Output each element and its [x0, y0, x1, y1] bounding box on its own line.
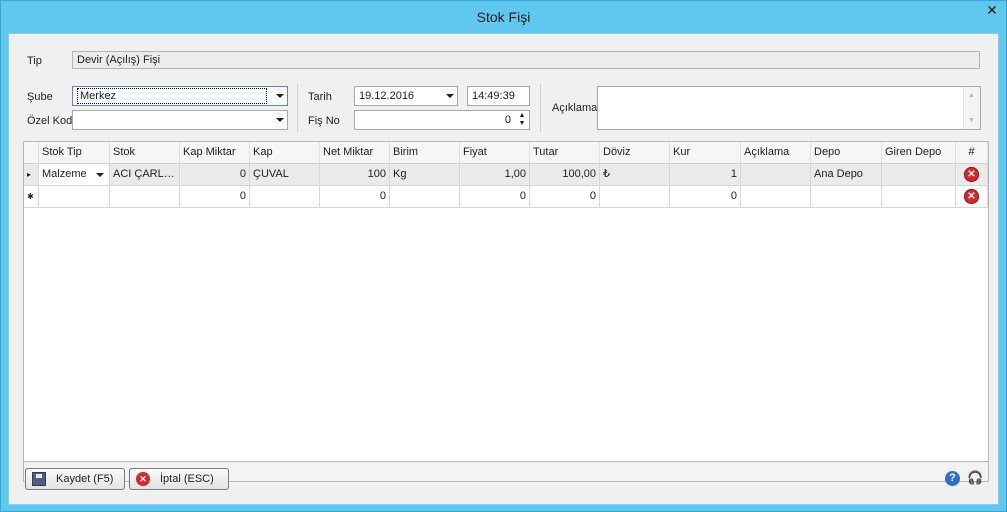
textarea-scrollbar[interactable]: ▲ ▼: [963, 87, 980, 129]
cell-birim[interactable]: Kg: [390, 164, 460, 186]
cell-kap[interactable]: [250, 186, 320, 208]
sube-label: Şube: [27, 91, 53, 103]
chevron-down-icon[interactable]: [446, 94, 454, 98]
cell-birim[interactable]: [390, 186, 460, 208]
save-button[interactable]: Kaydet (F5): [25, 468, 125, 490]
cell-delete: ✕: [956, 186, 988, 208]
header-indicator: [24, 142, 39, 164]
cell-giren-depo[interactable]: [882, 186, 956, 208]
cell-aciklama[interactable]: [741, 164, 811, 186]
cancel-button[interactable]: ✕ İptal (ESC): [129, 468, 229, 490]
cell-depo[interactable]: Ana Depo: [811, 164, 882, 186]
chevron-down-icon[interactable]: [276, 118, 284, 122]
sube-value: Merkez: [77, 88, 267, 104]
cell-stok[interactable]: [110, 186, 180, 208]
window-title: Stok Fişi: [476, 9, 531, 25]
cell-doviz[interactable]: ₺: [600, 164, 670, 186]
stok-fisi-window: Stok Fişi ✕ Tip Devir (Açılış) Fişi Şube…: [0, 0, 1007, 512]
headset-support-icon[interactable]: 🎧: [967, 470, 983, 486]
header-hash: #: [956, 142, 988, 164]
cell-fiyat[interactable]: 0: [460, 186, 530, 208]
sube-select[interactable]: Merkez: [72, 86, 288, 106]
fisno-value: 0: [504, 114, 511, 126]
header-stok[interactable]: Stok: [110, 142, 180, 164]
cell-fiyat[interactable]: 1,00: [460, 164, 530, 186]
cancel-icon: ✕: [136, 472, 150, 486]
tip-field: Devir (Açılış) Fişi: [72, 51, 980, 69]
new-row[interactable]: ✱ 0 0 0 0 0 ✕: [24, 186, 988, 208]
fisno-label: Fiş No: [308, 115, 340, 127]
tarih-label: Tarih: [308, 91, 332, 103]
cell-aciklama[interactable]: [741, 186, 811, 208]
floppy-disk-icon: [32, 472, 46, 486]
header-birim[interactable]: Birim: [390, 142, 460, 164]
row-indicator-icon: ▸: [24, 164, 39, 186]
new-row-indicator-icon: ✱: [24, 186, 39, 208]
separator: [297, 84, 298, 132]
spin-updown-icon[interactable]: ▲ ▼: [517, 112, 527, 128]
stock-lines-grid[interactable]: Stok Tip Stok Kap Miktar Kap Net Miktar …: [23, 141, 989, 462]
cell-stok-tip[interactable]: Malzeme: [39, 164, 110, 186]
tarih-value: 19.12.2016: [359, 90, 415, 102]
header-depo[interactable]: Depo: [811, 142, 882, 164]
chevron-down-icon[interactable]: [96, 173, 104, 177]
header-stok-tip[interactable]: Stok Tip: [39, 142, 110, 164]
cell-depo[interactable]: [811, 186, 882, 208]
header-kap[interactable]: Kap: [250, 142, 320, 164]
cell-doviz[interactable]: [600, 186, 670, 208]
tarih-date-picker[interactable]: 19.12.2016: [354, 86, 458, 106]
ozelkod-label: Özel Kod: [27, 115, 73, 127]
cell-stok-tip-value: Malzeme: [42, 168, 87, 180]
cancel-button-label: İptal (ESC): [160, 473, 214, 485]
cell-delete: ✕: [956, 164, 988, 186]
header-tutar[interactable]: Tutar: [530, 142, 600, 164]
save-button-label: Kaydet (F5): [56, 473, 114, 485]
header-kap-miktar[interactable]: Kap Miktar: [180, 142, 250, 164]
table-row[interactable]: ▸ Malzeme ACI ÇARL… 0 ÇUVAL 100 Kg 1,00 …: [24, 164, 988, 186]
fisno-stepper[interactable]: 0 ▲ ▼: [354, 110, 530, 130]
cell-tutar[interactable]: 100,00: [530, 164, 600, 186]
saat-field[interactable]: 14:49:39: [467, 86, 530, 106]
delete-row-icon[interactable]: ✕: [964, 167, 979, 182]
cell-giren-depo[interactable]: [882, 164, 956, 186]
cell-kur[interactable]: 0: [670, 186, 741, 208]
cell-net-miktar[interactable]: 0: [320, 186, 390, 208]
cell-kap-miktar[interactable]: 0: [180, 164, 250, 186]
separator: [540, 84, 541, 132]
header-net-miktar[interactable]: Net Miktar: [320, 142, 390, 164]
cell-kap-miktar[interactable]: 0: [180, 186, 250, 208]
aciklama-textarea[interactable]: ▲ ▼: [597, 86, 981, 130]
header-doviz[interactable]: Döviz: [600, 142, 670, 164]
header-kur[interactable]: Kur: [670, 142, 741, 164]
cell-tutar[interactable]: 0: [530, 186, 600, 208]
scroll-down-icon[interactable]: ▼: [968, 117, 975, 124]
cell-net-miktar[interactable]: 100: [320, 164, 390, 186]
header-fiyat[interactable]: Fiyat: [460, 142, 530, 164]
header-aciklama[interactable]: Açıklama: [741, 142, 811, 164]
help-icon[interactable]: ?: [945, 471, 960, 486]
header-giren-depo[interactable]: Giren Depo: [882, 142, 956, 164]
chevron-down-icon[interactable]: [276, 94, 284, 98]
close-icon[interactable]: ✕: [984, 3, 1000, 19]
ozelkod-select[interactable]: [72, 110, 288, 130]
cell-stok-tip[interactable]: [39, 186, 110, 208]
cell-kap[interactable]: ÇUVAL: [250, 164, 320, 186]
form-client-area: Tip Devir (Açılış) Fişi Şube Merkez Özel…: [8, 33, 999, 505]
aciklama-label: Açıklama: [552, 102, 598, 114]
tip-label: Tip: [27, 55, 42, 67]
grid-header-row: Stok Tip Stok Kap Miktar Kap Net Miktar …: [24, 142, 988, 164]
cell-kur[interactable]: 1: [670, 164, 741, 186]
delete-row-icon[interactable]: ✕: [964, 189, 979, 204]
cell-stok[interactable]: ACI ÇARL…: [110, 164, 180, 186]
scroll-up-icon[interactable]: ▲: [968, 92, 975, 99]
